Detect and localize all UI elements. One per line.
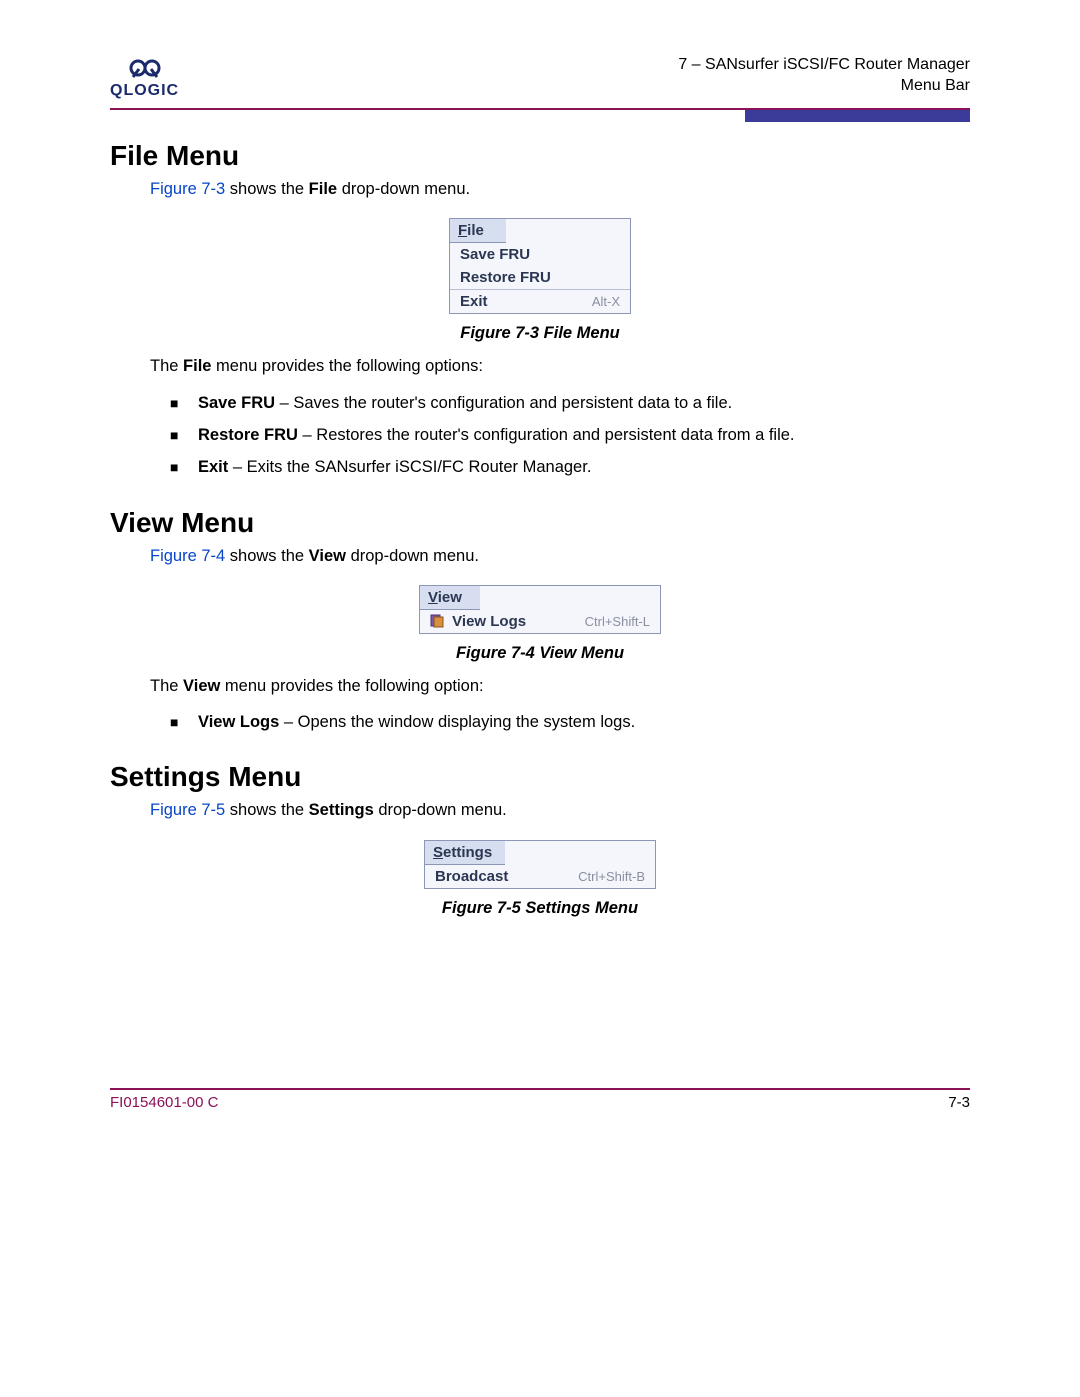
link-figure-7-3[interactable]: Figure 7-3: [150, 180, 225, 198]
chapter-line: 7 – SANsurfer iSCSI/FC Router Manager: [678, 55, 970, 76]
file-after: The File menu provides the following opt…: [150, 355, 970, 377]
link-figure-7-5[interactable]: Figure 7-5: [150, 801, 225, 819]
option-exit: Exit – Exits the SANsurfer iSCSI/FC Rout…: [170, 456, 970, 478]
file-intro: Figure 7-3 shows the File drop-down menu…: [150, 178, 970, 200]
heading-view-menu: View Menu: [110, 507, 970, 539]
menu-item-restore-fru: Restore FRU: [450, 266, 630, 289]
option-save-fru: Save FRU – Saves the router's configurat…: [170, 392, 970, 414]
menu-head-file: File: [450, 219, 506, 243]
page: QLOGIC 7 – SANsurfer iSCSI/FC Router Man…: [0, 0, 1080, 1151]
link-figure-7-4[interactable]: Figure 7-4: [150, 547, 225, 565]
caption-figure-7-3: Figure 7-3 File Menu: [110, 324, 970, 343]
option-restore-fru: Restore FRU – Restores the router's conf…: [170, 424, 970, 446]
settings-intro: Figure 7-5 shows the Settings drop-down …: [150, 799, 970, 821]
figure-7-5: Settings BroadcastCtrl+Shift-B: [110, 840, 970, 889]
menu-item-exit: ExitAlt-X: [450, 290, 630, 313]
menu-head-view: View: [420, 586, 480, 610]
menu-item-view-logs: View Logs Ctrl+Shift-L: [420, 610, 660, 633]
option-view-logs: View Logs – Opens the window displaying …: [170, 711, 970, 733]
menu-head-settings: Settings: [425, 841, 505, 865]
view-options-list: View Logs – Opens the window displaying …: [170, 711, 970, 733]
page-footer: FI0154601-00 C 7-3: [110, 1090, 970, 1111]
view-intro: Figure 7-4 shows the View drop-down menu…: [150, 545, 970, 567]
heading-file-menu: File Menu: [110, 140, 970, 172]
page-header: QLOGIC 7 – SANsurfer iSCSI/FC Router Man…: [110, 55, 970, 100]
view-after: The View menu provides the following opt…: [150, 675, 970, 697]
view-menu-screenshot: View View Logs Ctrl+Shift-L: [419, 585, 661, 634]
menu-item-broadcast: BroadcastCtrl+Shift-B: [425, 865, 655, 888]
file-options-list: Save FRU – Saves the router's configurat…: [170, 392, 970, 479]
page-number: 7-3: [948, 1094, 970, 1111]
caption-figure-7-5: Figure 7-5 Settings Menu: [110, 899, 970, 918]
menu-item-save-fru: Save FRU: [450, 243, 630, 266]
logs-icon: [430, 614, 444, 628]
logo: QLOGIC: [110, 55, 179, 100]
figure-7-4: View View Logs Ctrl+Shift-L: [110, 585, 970, 634]
doc-number: FI0154601-00 C: [110, 1094, 218, 1111]
file-menu-screenshot: File Save FRU Restore FRU ExitAlt-X: [449, 218, 631, 314]
section-line: Menu Bar: [678, 76, 970, 97]
header-right: 7 – SANsurfer iSCSI/FC Router Manager Me…: [678, 55, 970, 97]
caption-figure-7-4: Figure 7-4 View Menu: [110, 644, 970, 663]
qlogic-logo-icon: [125, 55, 165, 81]
heading-settings-menu: Settings Menu: [110, 761, 970, 793]
figure-7-3: File Save FRU Restore FRU ExitAlt-X: [110, 218, 970, 314]
logo-text: QLOGIC: [110, 81, 179, 100]
header-rule: [110, 108, 970, 110]
settings-menu-screenshot: Settings BroadcastCtrl+Shift-B: [424, 840, 656, 889]
